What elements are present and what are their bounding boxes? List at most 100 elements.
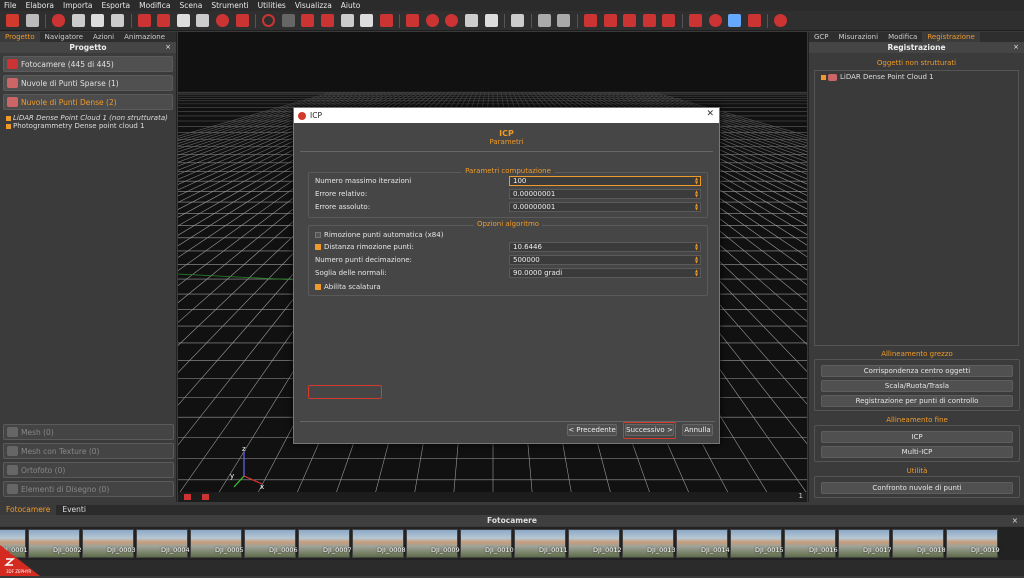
menu-visualizza[interactable]: Visualizza	[295, 1, 332, 10]
camera-thumbnail[interactable]: DJI_0007	[298, 529, 352, 558]
cameras-button[interactable]: Fotocamere (445 di 445)	[3, 56, 173, 72]
scale-rotate-translate-button[interactable]: Scala/Ruota/Trasla	[821, 380, 1013, 392]
cube-icon[interactable]	[484, 14, 498, 27]
camera-thumbnail[interactable]: DJI_0014	[676, 529, 730, 558]
camera-thumbnail[interactable]: DJI_0003	[82, 529, 136, 558]
camera-thumbnail[interactable]: DJI_0018	[892, 529, 946, 558]
camera-thumbnail[interactable]: DJI_0012	[568, 529, 622, 558]
auto-remove-checkbox[interactable]	[315, 232, 321, 238]
rotate-icon[interactable]	[262, 14, 276, 27]
control-points-registration-button[interactable]: Registrazione per punti di controllo	[821, 395, 1013, 407]
camera-icon[interactable]	[52, 14, 66, 27]
camera-thumbnail[interactable]: DJI_0009	[406, 529, 460, 558]
camera-thumbnail[interactable]: DJI_0010	[460, 529, 514, 558]
list-item[interactable]: LiDAR Dense Point Cloud 1	[815, 73, 1018, 81]
new-project-icon[interactable]	[6, 14, 19, 27]
next-button[interactable]: Successivo >	[625, 424, 674, 436]
script-icon[interactable]	[689, 14, 702, 27]
dist-checkbox-row[interactable]: Distanza rimozione punti:	[315, 242, 414, 252]
dist-input[interactable]: 10.6446 ▲ ▼	[509, 242, 701, 252]
camera-thumbnail[interactable]: DJI_0011	[514, 529, 568, 558]
measure-icon[interactable]	[623, 14, 637, 27]
point-mode-icon[interactable]	[281, 14, 295, 27]
box-icon[interactable]	[728, 14, 742, 27]
tab-animazione[interactable]: Animazione	[119, 32, 170, 42]
menu-scena[interactable]: Scena	[180, 1, 203, 10]
compare-clouds-button[interactable]: Confronto nuvole di punti	[821, 482, 1013, 494]
menu-aiuto[interactable]: Aiuto	[341, 1, 361, 10]
target-icon[interactable]	[215, 14, 229, 27]
spinner-arrows-icon[interactable]: ▲ ▼	[694, 203, 699, 211]
cube-icon[interactable]	[176, 14, 190, 27]
normals-input[interactable]: 90.0000 gradi ▲ ▼	[509, 268, 701, 278]
sphere-icon[interactable]	[445, 14, 459, 27]
camera-thumbnail[interactable]: DJI_0015	[730, 529, 784, 558]
rel-err-input[interactable]: 0.00000001 ▲ ▼	[509, 189, 701, 199]
close-icon[interactable]: ×	[1013, 42, 1019, 53]
tab-modifica[interactable]: Modifica	[883, 32, 922, 42]
mesh-texture-button[interactable]: Mesh con Texture (0)	[3, 443, 174, 459]
dense-clouds-button[interactable]: Nuvole di Punti Dense (2)	[3, 94, 173, 110]
cube-icon[interactable]	[71, 14, 85, 27]
cube-icon[interactable]	[196, 14, 210, 27]
transform-icon[interactable]	[584, 14, 598, 27]
spinner-arrows-icon[interactable]: ▲ ▼	[694, 177, 699, 185]
add-points-icon[interactable]	[157, 14, 171, 27]
spinner-arrows-icon[interactable]: ▲ ▼	[694, 243, 699, 251]
export-icon[interactable]	[406, 14, 420, 27]
previous-button[interactable]: < Precedente	[567, 424, 617, 436]
camera-thumbnail[interactable]: DJI_0017	[838, 529, 892, 558]
cancel-button[interactable]: Annulla	[682, 424, 713, 436]
help-icon[interactable]	[774, 14, 788, 27]
camera-icon[interactable]	[235, 14, 249, 27]
menu-importa[interactable]: Importa	[63, 1, 93, 10]
camera-thumbnail[interactable]: DJI_0016	[784, 529, 838, 558]
light-icon[interactable]	[320, 14, 334, 27]
camera-thumbnail[interactable]: DJI_0013	[622, 529, 676, 558]
copy-icon[interactable]	[511, 14, 525, 27]
abs-err-input[interactable]: 0.00000001 ▲ ▼	[509, 202, 701, 212]
close-icon[interactable]: ×	[1012, 515, 1018, 526]
chart-icon[interactable]	[662, 14, 676, 27]
tab-gcp[interactable]: GCP	[809, 32, 834, 42]
redo-icon[interactable]	[557, 14, 571, 27]
points-icon[interactable]	[301, 14, 315, 27]
ruler-icon[interactable]	[642, 14, 656, 27]
menu-file[interactable]: File	[4, 1, 17, 10]
filmstrip[interactable]: DJI_0001 DJI_0002 DJI_0003 DJI_0004 DJI_0005…	[0, 527, 1024, 560]
close-icon[interactable]: ✕	[706, 109, 714, 119]
grid-icon[interactable]	[425, 14, 439, 27]
gear-icon[interactable]	[708, 14, 722, 27]
orthophoto-button[interactable]: Ortofoto (0)	[3, 462, 174, 478]
crop-icon[interactable]	[603, 14, 617, 27]
tab-eventi[interactable]: Eventi	[56, 505, 92, 515]
drawing-elements-button[interactable]: Elementi di Disegno (0)	[3, 481, 174, 497]
pencil-icon[interactable]	[379, 14, 393, 27]
menu-elabora[interactable]: Elabora	[26, 1, 54, 10]
camera-thumbnail[interactable]: DJI_0005	[190, 529, 244, 558]
tab-progetto[interactable]: Progetto	[0, 32, 40, 42]
cube-icon[interactable]	[465, 14, 479, 27]
icp-button[interactable]: ICP	[821, 431, 1013, 443]
menu-modifica[interactable]: Modifica	[139, 1, 170, 10]
viewport-mode-icon[interactable]	[202, 494, 209, 500]
tab-navigatore[interactable]: Navigatore	[40, 32, 88, 42]
scale-checkbox-row[interactable]: Abilita scalatura	[315, 282, 381, 292]
add-points-icon[interactable]	[137, 14, 151, 27]
max-iter-input[interactable]: 100 ▲ ▼	[509, 176, 701, 186]
mesh-button[interactable]: Mesh (0)	[3, 424, 174, 440]
mesh-icon[interactable]	[360, 14, 374, 27]
scale-checkbox[interactable]	[315, 284, 321, 290]
camera-thumbnail[interactable]: DJI_0004	[136, 529, 190, 558]
viewport-mode-icon[interactable]	[184, 494, 191, 500]
camera-thumbnail[interactable]: DJI_0006	[244, 529, 298, 558]
cube-icon[interactable]	[91, 14, 105, 27]
menu-strumenti[interactable]: Strumenti	[211, 1, 248, 10]
auto-remove-checkbox-row[interactable]: Rimozione punti automatica (x84)	[315, 230, 443, 240]
tree-item-lidar[interactable]: LiDAR Dense Point Cloud 1 (non struttura…	[0, 114, 176, 122]
center-match-button[interactable]: Corrispondenza centro oggetti	[821, 365, 1013, 377]
cube-icon[interactable]	[110, 14, 124, 27]
tab-azioni[interactable]: Azioni	[88, 32, 119, 42]
tab-registrazione[interactable]: Registrazione	[922, 32, 980, 42]
menu-utilities[interactable]: Utilities	[258, 1, 286, 10]
